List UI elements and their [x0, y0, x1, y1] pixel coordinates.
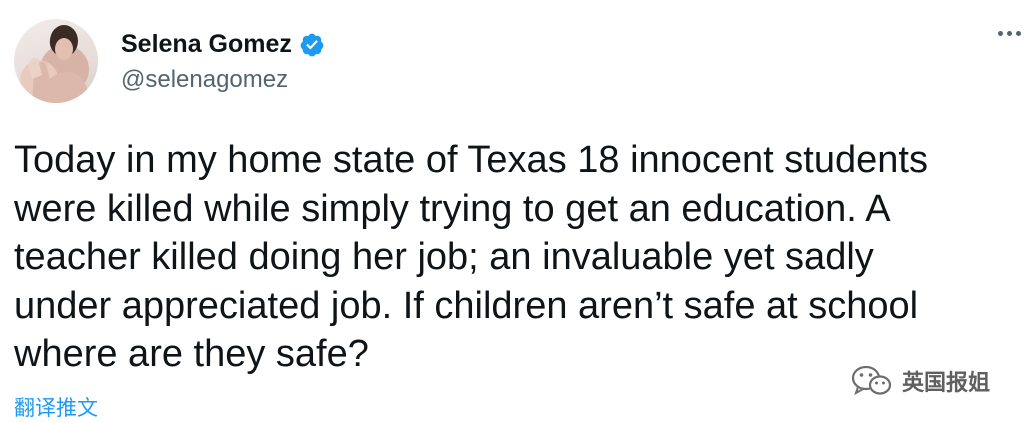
more-dot: [1007, 31, 1012, 36]
more-dot: [998, 31, 1003, 36]
translate-tweet-link[interactable]: 翻译推文: [14, 392, 98, 422]
verified-badge-icon: [300, 33, 324, 56]
avatar[interactable]: [14, 19, 98, 103]
watermark-label: 英国报姐: [902, 370, 991, 395]
tweet-text: Today in my home state of Texas 18 innoc…: [14, 139, 928, 375]
display-name[interactable]: Selena Gomez: [121, 30, 292, 59]
user-name-row: Selena Gomez: [121, 30, 325, 59]
avatar-image: [28, 25, 90, 103]
more-options-icon[interactable]: [998, 31, 1021, 36]
wechat-icon: [851, 365, 892, 396]
watermark: 英国报姐: [850, 364, 990, 398]
more-dot: [1016, 31, 1021, 36]
user-handle[interactable]: @selenagomez: [121, 66, 288, 94]
